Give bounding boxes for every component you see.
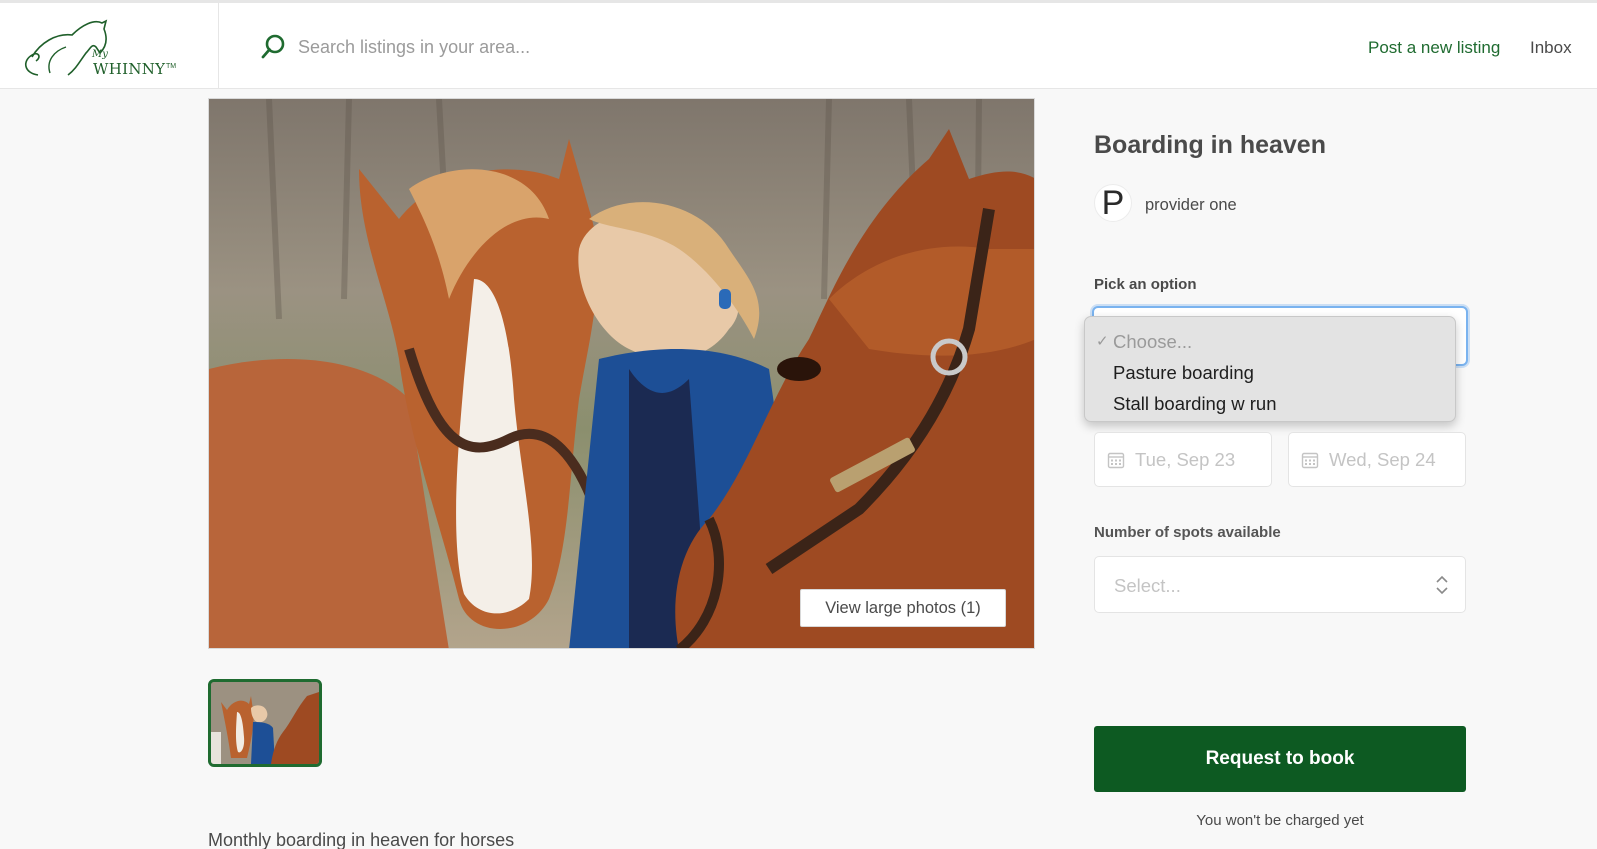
spots-label: Number of spots available [1094, 524, 1281, 541]
search-input[interactable]: Search listings in your area... [298, 37, 530, 58]
photo-thumbnail[interactable] [208, 679, 322, 767]
calendar-icon [1107, 452, 1125, 468]
dropdown-option-choose[interactable]: ✓ Choose... [1085, 326, 1455, 357]
pick-option-label: Pick an option [1094, 276, 1197, 293]
site-logo[interactable]: My WHINNY TM [0, 2, 219, 89]
search-bar[interactable]: Search listings in your area... [260, 33, 530, 61]
horses-photo-image [209, 99, 1034, 648]
provider-name-link[interactable]: provider one [1145, 196, 1237, 215]
request-to-book-button[interactable]: Request to book [1094, 726, 1466, 792]
dropdown-option-label: Stall boarding w run [1113, 392, 1277, 414]
start-date-placeholder: Tue, Sep 23 [1135, 448, 1236, 470]
dropdown-option-stall-boarding[interactable]: Stall boarding w run [1085, 388, 1455, 419]
dropdown-option-label: Choose... [1113, 330, 1193, 352]
spots-select-placeholder: Select... [1114, 575, 1181, 596]
end-date-placeholder: Wed, Sep 24 [1329, 448, 1436, 470]
option-dropdown-menu: ✓ Choose... Pasture boarding Stall board… [1084, 316, 1456, 422]
dropdown-option-label: Pasture boarding [1113, 361, 1254, 383]
listing-main-photo[interactable] [208, 98, 1035, 649]
end-date-field[interactable]: Wed, Sep 24 [1288, 432, 1466, 487]
view-large-photos-button[interactable]: View large photos (1) [800, 589, 1006, 627]
calendar-icon [1301, 452, 1319, 468]
thumbnail-image [211, 682, 319, 764]
listing-description: Monthly boarding in heaven for horses [208, 830, 515, 849]
listing-title: Boarding in heaven [1094, 131, 1326, 159]
logo-brand-text: WHINNY [93, 59, 166, 78]
avatar-initial: P [1101, 183, 1125, 222]
dropdown-option-pasture-boarding[interactable]: Pasture boarding [1085, 357, 1455, 388]
checkmark-icon: ✓ [1096, 333, 1109, 350]
logo-trademark: TM [166, 62, 177, 70]
spots-select[interactable]: Select... [1094, 556, 1466, 613]
top-navigation-bar: My WHINNY TM Search listings in your are… [0, 0, 1597, 89]
provider-avatar[interactable]: P [1094, 184, 1132, 222]
post-new-listing-link[interactable]: Post a new listing [1368, 38, 1500, 58]
logo-script-text: My [92, 48, 108, 60]
start-date-field[interactable]: Tue, Sep 23 [1094, 432, 1272, 487]
inbox-link[interactable]: Inbox [1530, 38, 1572, 58]
no-charge-note: You won't be charged yet [1196, 812, 1364, 829]
select-chevron-icon [1436, 575, 1448, 595]
search-icon [261, 34, 285, 59]
